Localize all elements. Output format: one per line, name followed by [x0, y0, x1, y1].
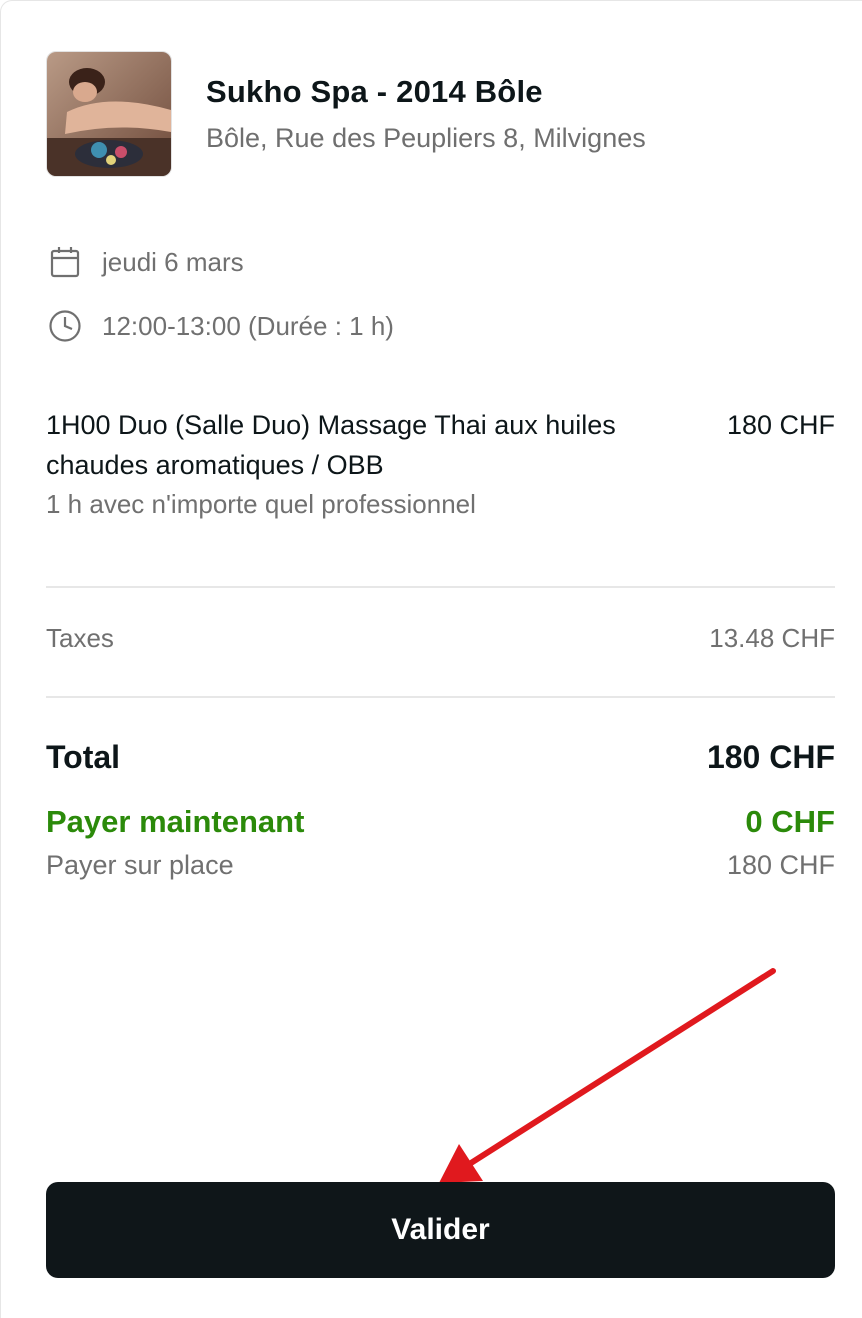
pay-on-site-label: Payer sur place: [46, 850, 234, 880]
validate-button[interactable]: Valider: [46, 1182, 835, 1278]
pay-now-label: Payer maintenant: [46, 804, 305, 839]
booking-summary-card: Sukho Spa - 2014 Bôle Bôle, Rue des Peup…: [0, 0, 862, 1318]
pay-now-row: Payer maintenant 0 CHF: [46, 804, 835, 840]
pay-on-site-value: 180 CHF: [726, 850, 835, 880]
venue-name: Sukho Spa - 2014 Bôle: [206, 74, 543, 109]
venue-address: Bôle, Rue des Peupliers 8, Milvignes: [206, 123, 646, 153]
service-detail: 1 h avec n'importe quel professionnel: [46, 489, 476, 519]
appointment-date-row: jeudi 6 mars: [48, 245, 244, 279]
service-price: 180 CHF: [726, 410, 835, 440]
appointment-time: 12:00-13:00 (Durée : 1 h): [102, 310, 394, 341]
service-name: 1H00 Duo (Salle Duo) Massage Thai aux hu…: [46, 410, 616, 480]
service-item: 1H00 Duo (Salle Duo) Massage Thai aux hu…: [46, 405, 835, 523]
divider: [46, 586, 835, 588]
taxes-row: Taxes 13.48 CHF: [46, 623, 835, 654]
calendar-icon: [48, 245, 82, 279]
taxes-value: 13.48 CHF: [709, 623, 835, 653]
pay-now-value: 0 CHF: [745, 804, 835, 839]
appointment-date: jeudi 6 mars: [102, 246, 244, 277]
clock-icon: [48, 309, 82, 343]
appointment-time-row: 12:00-13:00 (Durée : 1 h): [48, 309, 394, 343]
total-value: 180 CHF: [706, 739, 835, 775]
total-row: Total 180 CHF: [46, 739, 835, 776]
divider: [46, 696, 835, 698]
pay-on-site-row: Payer sur place 180 CHF: [46, 850, 835, 881]
venue-header: Sukho Spa - 2014 Bôle Bôle, Rue des Peup…: [46, 51, 646, 177]
annotation-arrow: [439, 968, 776, 1183]
total-label: Total: [46, 739, 121, 775]
venue-thumbnail: [46, 51, 172, 177]
taxes-label: Taxes: [46, 623, 114, 653]
